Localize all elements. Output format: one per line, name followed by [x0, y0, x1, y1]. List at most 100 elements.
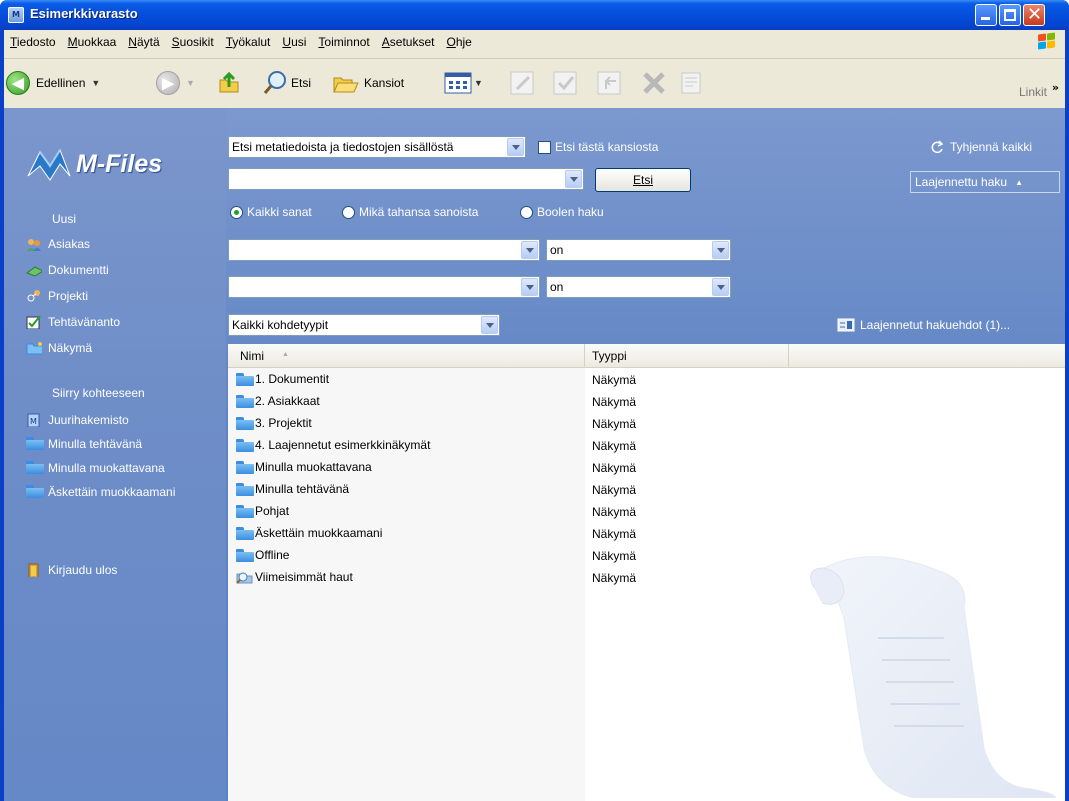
new-customer-link[interactable]: Asiakas [26, 234, 90, 254]
properties-icon [681, 72, 701, 94]
delete-button[interactable] [640, 69, 668, 97]
list-item[interactable]: Minulla tehtävänä Näkymä [228, 479, 1065, 501]
menu-settings[interactable]: Asetukset [376, 30, 441, 54]
maximize-icon [1004, 9, 1016, 21]
views-button[interactable]: ▼ [444, 69, 483, 97]
menu-help[interactable]: Ohje [440, 30, 477, 54]
advanced-search-toggle[interactable]: Laajennettu haku ▲ [910, 171, 1060, 193]
forward-button[interactable]: ▶ ▼ [156, 69, 195, 97]
up-folder-button[interactable] [217, 69, 241, 97]
logout-link[interactable]: Kirjaudu ulos [26, 560, 117, 580]
chevron-down-icon[interactable] [712, 241, 729, 259]
properties-button[interactable] [679, 69, 707, 97]
column-header-name[interactable]: Nimi ▲ [228, 344, 585, 368]
new-project-link[interactable]: Projekti [26, 286, 88, 306]
list-item[interactable]: 2. Asiakkaat Näkymä [228, 391, 1065, 413]
list-item-name: 2. Asiakkaat [255, 394, 320, 408]
condition-1-property-select[interactable] [228, 239, 540, 261]
chevron-down-icon[interactable] [521, 241, 538, 259]
new-view-link[interactable]: Näkymä [26, 338, 92, 358]
menu-view[interactable]: Näytä [122, 30, 165, 54]
close-button[interactable]: ✕ [1023, 4, 1045, 26]
m-files-logo-icon [27, 148, 71, 181]
chevron-down-icon[interactable] [521, 278, 538, 296]
chevron-down-icon[interactable] [507, 138, 524, 156]
search-submit-button[interactable]: Etsi [595, 168, 691, 192]
advanced-conditions-link[interactable]: Laajennetut hakuehdot (1)... [837, 318, 1010, 332]
minimize-button[interactable] [975, 4, 997, 26]
condition-1-operator-select[interactable]: on [546, 239, 731, 261]
radio-boolean[interactable] [520, 206, 533, 219]
menu-actions[interactable]: Toiminnot [312, 30, 375, 54]
forward-dropdown-icon[interactable]: ▼ [186, 78, 195, 88]
maximize-button[interactable] [999, 4, 1021, 26]
chevron-down-icon[interactable] [481, 316, 498, 334]
title-bar[interactable]: M Esimerkkivarasto ✕ [0, 0, 1069, 30]
menu-new[interactable]: Uusi [276, 30, 312, 54]
views-dropdown-icon: ▼ [474, 78, 483, 88]
folder-icon [236, 460, 254, 474]
radio-any-word[interactable] [342, 206, 355, 219]
chevron-down-icon[interactable] [712, 278, 729, 296]
new-assignment-label: Tehtävänanto [48, 315, 121, 329]
menu-favorites[interactable]: Suosikit [166, 30, 220, 54]
search-scope-select[interactable]: Etsi metatiedoista ja tiedostojen sisäll… [228, 136, 526, 158]
list-item-name: 4. Laajennetut esimerkkinäkymät [255, 438, 431, 452]
radio-all-words[interactable] [230, 206, 243, 219]
goto-checked-out-link[interactable]: Minulla muokattavana [26, 458, 165, 478]
search-query-input[interactable] [228, 168, 584, 190]
up-folder-icon [219, 71, 239, 93]
app-icon[interactable]: M [8, 7, 24, 23]
list-item[interactable]: Äskettäin muokkaamani Näkymä [228, 523, 1065, 545]
views-icon [444, 72, 472, 94]
conditions-icon [837, 318, 855, 332]
list-item[interactable]: 3. Projektit Näkymä [228, 413, 1065, 435]
list-item-type: Näkymä [592, 373, 637, 387]
project-icon [27, 290, 40, 302]
folder-icon [236, 394, 254, 408]
menu-edit[interactable]: Muokkaa [62, 30, 123, 54]
search-button[interactable]: Etsi [262, 69, 311, 97]
list-item-name: Offline [255, 548, 290, 562]
customer-icon [27, 239, 41, 251]
windows-logo-icon [1037, 32, 1057, 51]
menu-items: Tiedosto Muokkaa Näytä Suosikit Työkalut… [4, 30, 478, 54]
column-header-type[interactable]: Tyyppi [585, 344, 789, 368]
back-button[interactable]: ◀ Edellinen ▼ [6, 69, 100, 97]
document-icon [26, 266, 42, 277]
goto-assigned-link[interactable]: Minulla tehtävänä [26, 434, 142, 454]
condition-2-operator-select[interactable]: on [546, 276, 731, 298]
list-item-type: Näkymä [592, 505, 637, 519]
list-item[interactable]: 4. Laajennetut esimerkkinäkymät Näkymä [228, 435, 1065, 457]
goto-root-link[interactable]: M Juurihakemisto [26, 410, 129, 430]
goto-recent-label: Äskettäin muokkaamani [48, 485, 176, 499]
condition-2-property-select[interactable] [228, 276, 540, 298]
new-assignment-link[interactable]: Tehtävänanto [26, 312, 120, 332]
object-type-value: Kaikki kohdetyypit [232, 318, 329, 332]
undo-checkout-button[interactable] [596, 69, 624, 97]
list-item[interactable]: Pohjat Näkymä [228, 501, 1065, 523]
column-header-empty[interactable] [789, 344, 1065, 368]
list-item[interactable]: 1. Dokumentit Näkymä [228, 369, 1065, 391]
list-item[interactable]: Minulla muokattavana Näkymä [228, 457, 1065, 479]
menu-tools[interactable]: Työkalut [220, 30, 277, 54]
back-arrow-icon: ◀ [6, 71, 30, 95]
search-icon [263, 71, 286, 94]
check-in-button[interactable] [552, 69, 580, 97]
toolbar-overflow-chevron[interactable]: » [1052, 81, 1059, 94]
menu-file[interactable]: Tiedosto [4, 30, 62, 54]
links-label[interactable]: Linkit [1019, 85, 1047, 99]
clear-all-link[interactable]: Tyhjennä kaikki [930, 140, 1032, 154]
sort-ascending-icon: ▲ [282, 351, 289, 358]
svg-text:M: M [30, 417, 37, 426]
object-type-select[interactable]: Kaikki kohdetyypit [228, 314, 500, 336]
search-this-folder-checkbox[interactable] [538, 141, 551, 154]
forward-arrow-icon: ▶ [156, 71, 180, 95]
chevron-down-icon[interactable] [565, 170, 582, 188]
goto-heading: Siirry kohteeseen [52, 386, 145, 400]
back-dropdown-icon[interactable]: ▼ [91, 78, 100, 88]
goto-recent-link[interactable]: Äskettäin muokkaamani [26, 482, 175, 502]
folders-button[interactable]: Kansiot [332, 69, 404, 97]
edit-properties-button[interactable] [509, 69, 537, 97]
new-document-link[interactable]: Dokumentti [26, 260, 109, 280]
